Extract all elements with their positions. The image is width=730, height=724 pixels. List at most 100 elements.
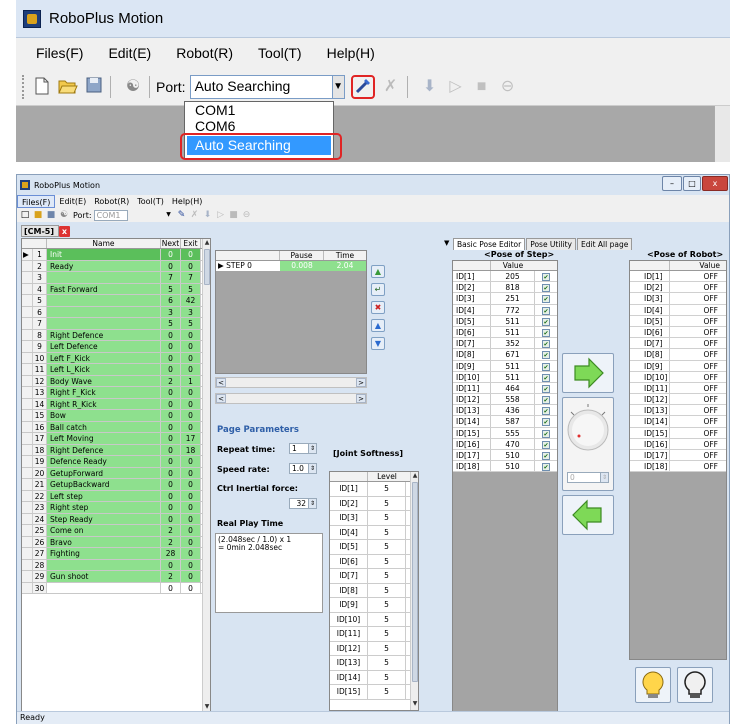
table-row[interactable]: ID[4] OFF bbox=[630, 304, 726, 316]
servo-enable-checkbox[interactable]: ✔ bbox=[542, 440, 550, 449]
servo-enable-checkbox[interactable]: ✔ bbox=[542, 273, 550, 281]
next-page-cell[interactable]: 7 bbox=[161, 272, 181, 283]
page-name-cell[interactable] bbox=[47, 582, 161, 593]
port-option-com6[interactable]: COM6 bbox=[185, 118, 333, 134]
next-page-cell[interactable]: 0 bbox=[161, 364, 181, 375]
exit-page-cell[interactable]: 0 bbox=[181, 249, 201, 260]
table-row[interactable]: 28 0 0 bbox=[22, 559, 210, 571]
table-row[interactable]: ID[8] OFF bbox=[630, 349, 726, 361]
table-row[interactable]: ID[10] 511 ✔ bbox=[453, 371, 557, 383]
page-name-cell[interactable]: Come on bbox=[47, 525, 161, 536]
disconnect-icon[interactable]: ✗ bbox=[190, 210, 200, 220]
page-name-cell[interactable] bbox=[47, 306, 161, 317]
table-row[interactable]: 2 Ready 0 0 bbox=[22, 260, 210, 272]
move-down-button[interactable]: ▼ bbox=[371, 337, 385, 350]
table-row[interactable]: ID[18] 510 ✔ bbox=[453, 461, 557, 473]
page-name-cell[interactable] bbox=[47, 559, 161, 570]
servo-enable-checkbox[interactable]: ✔ bbox=[542, 396, 550, 405]
exit-page-cell[interactable]: 0 bbox=[181, 467, 201, 478]
exit-page-cell[interactable]: 1 bbox=[181, 375, 201, 386]
joint-level-cell[interactable]: 5 bbox=[368, 583, 406, 597]
servo-value-cell[interactable]: 587 bbox=[491, 416, 535, 427]
table-row[interactable]: ID[15] 5 bbox=[330, 685, 418, 700]
table-row[interactable]: ▶ STEP 0 0.008 2.04 bbox=[216, 261, 366, 271]
servo-enable-checkbox[interactable]: ✔ bbox=[542, 351, 550, 360]
table-row[interactable]: ID[14] 5 bbox=[330, 670, 418, 685]
page-name-cell[interactable]: Left step bbox=[47, 490, 161, 501]
horizontal-scrollbar[interactable]: < > bbox=[215, 377, 367, 388]
scroll-thumb[interactable] bbox=[204, 249, 210, 285]
move-up-button[interactable]: ▲ bbox=[371, 319, 385, 332]
horizontal-scrollbar[interactable]: < > bbox=[215, 393, 367, 404]
servo-value-cell[interactable]: 558 bbox=[491, 394, 535, 405]
page-name-cell[interactable]: Ball catch bbox=[47, 421, 161, 432]
download-icon[interactable]: ⬇ bbox=[420, 77, 440, 97]
menu-help[interactable]: Help(H) bbox=[327, 45, 375, 61]
scroll-right-icon[interactable]: > bbox=[356, 394, 366, 403]
page-name-cell[interactable] bbox=[47, 272, 161, 283]
joint-level-cell[interactable]: 5 bbox=[368, 525, 406, 539]
pane-arrow-icon[interactable]: ▼ bbox=[444, 239, 449, 247]
table-row[interactable]: ID[2] 5 bbox=[330, 496, 418, 511]
disconnect-icon[interactable]: ✗ bbox=[381, 77, 401, 97]
table-row[interactable]: ID[13] OFF bbox=[630, 405, 726, 417]
menu-help[interactable]: Help(H) bbox=[168, 195, 207, 208]
servo-enable-checkbox[interactable]: ✔ bbox=[542, 384, 550, 393]
spin-arrows-icon[interactable]: ⇕ bbox=[308, 444, 316, 453]
scroll-down-icon[interactable]: ▼ bbox=[203, 703, 210, 711]
joint-level-cell[interactable]: 5 bbox=[368, 627, 406, 641]
table-row[interactable]: 7 55 bbox=[22, 318, 210, 330]
page-name-cell[interactable]: Left Defence bbox=[47, 341, 161, 352]
table-row[interactable]: ID[4] 5 bbox=[330, 525, 418, 540]
exit-page-cell[interactable]: 5 bbox=[181, 318, 201, 329]
table-row[interactable]: 20 GetupForward 0 0 bbox=[22, 467, 210, 479]
table-row[interactable]: ID[5] OFF bbox=[630, 315, 726, 327]
download-icon[interactable]: ⬇ bbox=[203, 210, 213, 220]
servo-value-cell[interactable]: 510 bbox=[491, 450, 535, 461]
next-page-cell[interactable]: 0 bbox=[161, 582, 181, 593]
exit-page-cell[interactable]: 0 bbox=[181, 352, 201, 363]
next-page-cell[interactable]: 0 bbox=[161, 502, 181, 513]
next-page-cell[interactable]: 0 bbox=[161, 352, 181, 363]
exit-page-cell[interactable]: 18 bbox=[181, 444, 201, 455]
page-name-cell[interactable]: Body Wave bbox=[47, 375, 161, 386]
exit-page-cell[interactable]: 0 bbox=[181, 559, 201, 570]
page-name-cell[interactable]: Fighting bbox=[47, 548, 161, 559]
next-page-cell[interactable]: 6 bbox=[161, 295, 181, 306]
next-page-cell[interactable]: 0 bbox=[161, 398, 181, 409]
table-row[interactable]: ID[10] 5 bbox=[330, 612, 418, 627]
stop-icon[interactable]: ■ bbox=[229, 210, 239, 220]
next-page-cell[interactable]: 0 bbox=[161, 249, 181, 260]
record-icon[interactable]: ⊖ bbox=[242, 210, 252, 220]
next-page-cell[interactable]: 0 bbox=[161, 341, 181, 352]
menu-robot[interactable]: Robot(R) bbox=[90, 195, 133, 208]
menu-edit[interactable]: Edit(E) bbox=[108, 45, 151, 61]
exit-page-cell[interactable]: 0 bbox=[181, 571, 201, 582]
table-row[interactable]: ID[15] OFF bbox=[630, 427, 726, 439]
page-name-cell[interactable]: Right R_Kick bbox=[47, 398, 161, 409]
servo-enable-checkbox[interactable]: ✔ bbox=[542, 429, 550, 438]
joint-level-cell[interactable]: 5 bbox=[368, 656, 406, 670]
table-row[interactable]: 4 Fast Forward 5 5 bbox=[22, 283, 210, 295]
exit-page-cell[interactable]: 0 bbox=[181, 513, 201, 524]
insert-step-button[interactable]: ▲ bbox=[371, 265, 385, 278]
exit-page-cell[interactable]: 0 bbox=[181, 410, 201, 421]
next-page-cell[interactable]: 0 bbox=[161, 421, 181, 432]
exit-page-cell[interactable]: 0 bbox=[181, 502, 201, 513]
next-page-cell[interactable]: 2 bbox=[161, 375, 181, 386]
table-row[interactable]: ID[17] OFF bbox=[630, 450, 726, 462]
table-row[interactable]: ID[6] OFF bbox=[630, 326, 726, 339]
table-row[interactable]: ID[14] 587 ✔ bbox=[453, 416, 557, 428]
table-row[interactable]: ID[1] 5 bbox=[330, 482, 418, 497]
exit-page-cell[interactable]: 0 bbox=[181, 364, 201, 375]
servo-value-cell[interactable]: 470 bbox=[491, 438, 535, 449]
page-name-cell[interactable]: GetupBackward bbox=[47, 479, 161, 490]
open-icon[interactable] bbox=[58, 77, 78, 97]
wrench-icon[interactable]: ✎ bbox=[177, 210, 187, 220]
minimize-button[interactable]: – bbox=[662, 176, 682, 191]
send-pose-to-robot-button[interactable] bbox=[562, 353, 614, 393]
table-row[interactable]: 18 Right Defence 0 18 bbox=[22, 444, 210, 456]
table-row[interactable]: ID[16] OFF bbox=[630, 438, 726, 450]
joint-level-cell[interactable]: 5 bbox=[368, 598, 406, 612]
page-name-cell[interactable]: Bravo bbox=[47, 536, 161, 547]
